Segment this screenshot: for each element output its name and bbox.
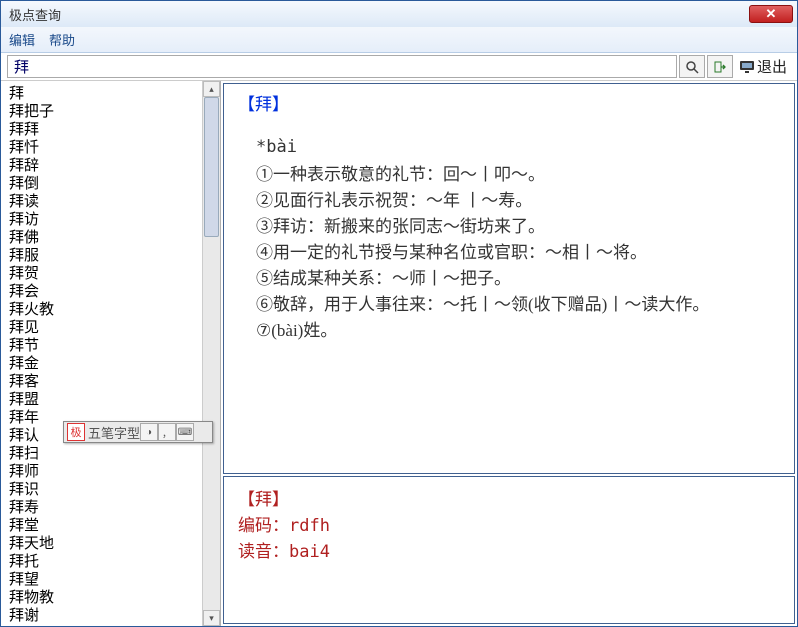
list-item[interactable]: 拜拜 <box>9 121 194 139</box>
list-item[interactable]: 拜识 <box>9 481 194 499</box>
menu-help[interactable]: 帮助 <box>49 30 75 49</box>
definition-pane: 【拜】 *bài ①一种表示敬意的礼节：回～丨叩～。②见面行礼表示祝贺：～年 丨… <box>223 83 795 474</box>
info-pron-label: 读音： <box>238 542 289 561</box>
export-button[interactable] <box>707 55 733 78</box>
scroll-up-arrow[interactable]: ▴ <box>203 81 220 97</box>
list-item[interactable]: 拜物教 <box>9 589 194 607</box>
list-item[interactable]: 拜访 <box>9 211 194 229</box>
definition-head: 【拜】 <box>238 92 780 118</box>
ime-moon-icon[interactable]: ◑ <box>140 423 158 441</box>
search-icon <box>685 60 699 74</box>
scroll-thumb[interactable] <box>204 97 219 237</box>
menubar: 编辑 帮助 <box>1 27 797 53</box>
definition-pinyin: *bài <box>256 134 780 160</box>
list-item[interactable]: 拜金 <box>9 355 194 373</box>
list-item[interactable]: 拜谢 <box>9 607 194 625</box>
list-item[interactable]: 拜佛 <box>9 229 194 247</box>
list-item[interactable]: 拜托 <box>9 553 194 571</box>
list-item[interactable]: 拜见 <box>9 319 194 337</box>
list-item[interactable]: 拜盟 <box>9 391 194 409</box>
main-pane: 【拜】 *bài ①一种表示敬意的礼节：回～丨叩～。②见面行礼表示祝贺：～年 丨… <box>221 81 797 626</box>
menu-edit[interactable]: 编辑 <box>9 30 35 49</box>
list-item[interactable]: 拜客 <box>9 373 194 391</box>
info-code-value: rdfh <box>289 516 330 536</box>
definition-line: ④用一定的礼节授与某种名位或官职：～相丨～将。 <box>256 240 780 266</box>
ime-label: 五笔字型 <box>88 423 140 442</box>
scroll-track[interactable] <box>203 97 220 610</box>
info-code-row: 编码：rdfh <box>238 513 780 539</box>
list-item[interactable]: 拜 <box>9 85 194 103</box>
list-item[interactable]: 拜望 <box>9 571 194 589</box>
list-item[interactable]: 拜寿 <box>9 499 194 517</box>
definition-lines: ①一种表示敬意的礼节：回～丨叩～。②见面行礼表示祝贺：～年 丨～寿。③拜访：新搬… <box>238 162 780 344</box>
definition-line: ②见面行礼表示祝贺：～年 丨～寿。 <box>256 188 780 214</box>
content-area: 拜拜把子拜拜拜忏拜辞拜倒拜读拜访拜佛拜服拜贺拜会拜火教拜见拜节拜金拜客拜盟拜年拜… <box>1 81 797 626</box>
sidebar: 拜拜把子拜拜拜忏拜辞拜倒拜读拜访拜佛拜服拜贺拜会拜火教拜见拜节拜金拜客拜盟拜年拜… <box>1 81 221 626</box>
info-code-label: 编码： <box>238 516 289 535</box>
list-item[interactable]: 拜倒 <box>9 175 194 193</box>
search-input[interactable] <box>7 55 677 78</box>
list-item[interactable]: 拜师 <box>9 463 194 481</box>
close-icon: ✕ <box>766 6 777 22</box>
ime-badge-icon: 极 <box>67 423 85 441</box>
export-icon <box>713 60 727 74</box>
exit-button[interactable]: 退出 <box>735 55 791 78</box>
list-item[interactable]: 拜读 <box>9 193 194 211</box>
search-bar: 退出 <box>1 53 797 81</box>
monitor-icon <box>739 60 755 74</box>
definition-line: ①一种表示敬意的礼节：回～丨叩～。 <box>256 162 780 188</box>
word-list: 拜拜把子拜拜拜忏拜辞拜倒拜读拜访拜佛拜服拜贺拜会拜火教拜见拜节拜金拜客拜盟拜年拜… <box>1 81 202 626</box>
definition-line: ⑦(bài)姓。 <box>256 318 780 344</box>
list-item[interactable]: 拜会 <box>9 283 194 301</box>
scroll-down-arrow[interactable]: ▾ <box>203 610 220 626</box>
definition-line: ⑤结成某种关系：～师丨～把子。 <box>256 266 780 292</box>
list-item[interactable]: 拜服 <box>9 247 194 265</box>
info-pane: 【拜】 编码：rdfh 读音：bai4 <box>223 476 795 624</box>
info-head: 【拜】 <box>238 487 780 513</box>
list-item[interactable]: 拜天地 <box>9 535 194 553</box>
ime-keyboard-icon[interactable]: ⌨ <box>176 423 194 441</box>
list-item[interactable]: 拜辞 <box>9 157 194 175</box>
list-item[interactable]: 拜堂 <box>9 517 194 535</box>
ime-punct-icon[interactable]: ， <box>158 423 176 441</box>
app-window: 极点查询 ✕ 编辑 帮助 退出 <box>0 0 798 627</box>
ime-toolbar[interactable]: 极 五笔字型 ◑ ， ⌨ <box>63 421 213 443</box>
close-button[interactable]: ✕ <box>749 5 793 23</box>
exit-label: 退出 <box>757 56 787 77</box>
search-button[interactable] <box>679 55 705 78</box>
window-title: 极点查询 <box>9 5 749 24</box>
info-pron-value: bai4 <box>289 542 330 562</box>
list-item[interactable]: 拜节 <box>9 337 194 355</box>
list-item[interactable]: 拜扫 <box>9 445 194 463</box>
list-item[interactable]: 拜忏 <box>9 139 194 157</box>
info-pron-row: 读音：bai4 <box>238 539 780 565</box>
definition-line: ⑥敬辞，用于人事往来：～托丨～领(收下赠品)丨～读大作。 <box>256 292 780 318</box>
list-item[interactable]: 拜把子 <box>9 103 194 121</box>
titlebar: 极点查询 ✕ <box>1 1 797 27</box>
list-item[interactable]: 拜火教 <box>9 301 194 319</box>
list-item[interactable]: 拜贺 <box>9 265 194 283</box>
definition-line: ③拜访：新搬来的张同志～街坊来了。 <box>256 214 780 240</box>
sidebar-scrollbar[interactable]: ▴ ▾ <box>202 81 220 626</box>
